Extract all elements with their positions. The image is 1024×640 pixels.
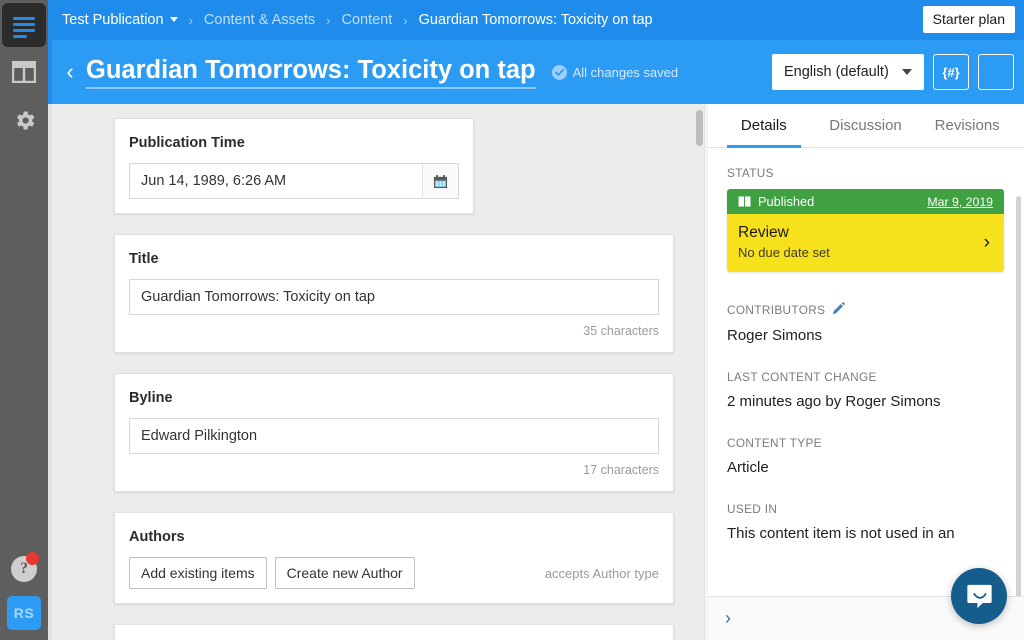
contributors-value: Roger Simons [727,327,1004,344]
save-status: All changes saved [552,65,679,80]
rail-edge-bottom [48,104,52,640]
starter-plan-button[interactable]: Starter plan [923,6,1015,33]
check-circle-icon [552,65,567,80]
notification-dot-icon [26,552,39,565]
datetime-input-value: Jun 14, 1989, 6:26 AM [130,173,422,189]
intercom-chat-button[interactable] [951,568,1007,624]
content-items-active-tile [2,3,46,47]
create-new-author-button[interactable]: Create new Author [275,557,415,589]
status-heading: STATUS [727,166,1004,180]
details-panel-body: STATUS Published Mar 9, 2019 Review No d… [707,148,1024,610]
sidebar-item-content-models[interactable] [0,48,48,96]
breadcrumb-separator: › [189,13,193,28]
published-badge: Published Mar 9, 2019 [727,189,1004,214]
field-card-authors: Authors Add existing items Create new Au… [114,512,674,604]
breadcrumb-project-label: Test Publication [62,12,164,28]
byline-input-value: Edward Pilkington [130,428,658,444]
sidebar-item-settings[interactable] [0,96,48,144]
used-in-value: This content item is not used in an [727,525,1004,542]
title-input-value: Guardian Tomorrows: Toxicity on tap [130,289,658,305]
workflow-step-row[interactable]: Review No due date set › [727,214,1004,272]
expand-chevron-right-icon[interactable]: › [725,608,731,629]
details-panel-scrollbar-thumb[interactable] [1016,196,1021,606]
edit-pencil-icon[interactable] [832,302,845,318]
contributors-heading-label: CONTRIBUTORS [727,303,825,317]
content-form: Publication Time Jun 14, 1989, 6:26 AM [52,104,700,640]
breadcrumb-item-content-assets[interactable]: Content & Assets [204,12,315,28]
details-panel: Details Discussion Revisions STATUS Publ… [706,104,1024,640]
layout-grid-icon [12,61,36,83]
chevron-down-icon [170,17,178,22]
app-root: ? RS Test Publication › Content & Assets… [0,0,1024,640]
content-type-value: Article [727,459,1004,476]
breadcrumb-separator: › [403,13,407,28]
language-select-value: English (default) [784,64,889,80]
published-label: Published [758,194,814,209]
used-in-heading: USED IN [727,502,1004,516]
save-status-label: All changes saved [573,65,679,80]
content-type-heading: CONTENT TYPE [727,436,1004,450]
tab-revisions[interactable]: Revisions [916,104,1018,147]
field-label: Publication Time [129,135,459,151]
field-label: Byline [129,390,659,406]
avatar[interactable]: RS [7,596,41,630]
last-change-heading: LAST CONTENT CHANGE [727,370,1004,384]
book-icon [738,196,751,207]
datetime-input[interactable]: Jun 14, 1989, 6:26 AM [129,163,459,199]
chevron-right-icon: › [984,232,990,254]
main-scrollbar-thumb[interactable] [696,110,703,146]
gear-icon [12,108,37,133]
left-nav-rail: ? RS [0,0,48,640]
chat-bubble-icon [966,583,993,610]
breadcrumb-bar: Test Publication › Content & Assets › Co… [48,0,1024,40]
tab-discussion[interactable]: Discussion [815,104,917,147]
content-form-scroll-area[interactable]: Publication Time Jun 14, 1989, 6:26 AM [52,104,700,640]
character-counter: 35 characters [129,324,659,338]
content-lines-icon [13,17,35,33]
add-existing-items-button[interactable]: Add existing items [129,557,267,589]
more-options-button[interactable] [978,54,1014,90]
field-card-title: Title Guardian Tomorrows: Toxicity on ta… [114,234,674,353]
tab-details[interactable]: Details [713,104,815,147]
workflow-due-date: No due date set [738,245,993,260]
breadcrumb-current: Guardian Tomorrows: Toxicity on tap [419,12,653,28]
chevron-down-icon [902,69,912,75]
field-card-publication-time: Publication Time Jun 14, 1989, 6:26 AM [114,118,474,214]
editor-header-bar: ‹ Guardian Tomorrows: Toxicity on tap Al… [48,40,1024,104]
byline-input[interactable]: Edward Pilkington [129,418,659,454]
field-card-byline: Byline Edward Pilkington 17 characters [114,373,674,492]
rail-edge-top [48,0,52,104]
authors-actions: Add existing items Create new Author acc… [129,557,659,589]
breadcrumb-separator: › [326,13,330,28]
published-date[interactable]: Mar 9, 2019 [927,195,993,209]
field-label: Title [129,251,659,267]
page-title[interactable]: Guardian Tomorrows: Toxicity on tap [86,56,536,89]
panel-resize-handle[interactable] [704,104,708,640]
character-counter: 17 characters [129,463,659,477]
language-select[interactable]: English (default) [772,54,924,90]
field-label: Authors [129,529,659,545]
status-card: Published Mar 9, 2019 Review No due date… [727,189,1004,272]
contributors-heading: CONTRIBUTORS [727,302,1004,318]
back-button[interactable]: ‹ [48,40,82,104]
calendar-picker-button[interactable] [422,164,458,198]
field-card-text: Text [114,624,674,640]
header-actions: English (default) {#} [772,40,1014,104]
help-button[interactable]: ? [0,546,48,592]
rail-bottom-group: ? RS [0,546,48,640]
sidebar-item-content-items[interactable] [0,0,48,48]
last-change-value: 2 minutes ago by Roger Simons [727,393,1004,410]
breadcrumb-project[interactable]: Test Publication [62,12,178,28]
authors-hint: accepts Author type [545,566,659,581]
title-input[interactable]: Guardian Tomorrows: Toxicity on tap [129,279,659,315]
main-scrollbar-track[interactable] [694,110,703,640]
breadcrumb-item-content[interactable]: Content [341,12,392,28]
workflow-step-name: Review [738,224,993,242]
details-panel-tabs: Details Discussion Revisions [707,104,1024,148]
code-snippet-button[interactable]: {#} [933,54,969,90]
calendar-icon [433,174,448,189]
